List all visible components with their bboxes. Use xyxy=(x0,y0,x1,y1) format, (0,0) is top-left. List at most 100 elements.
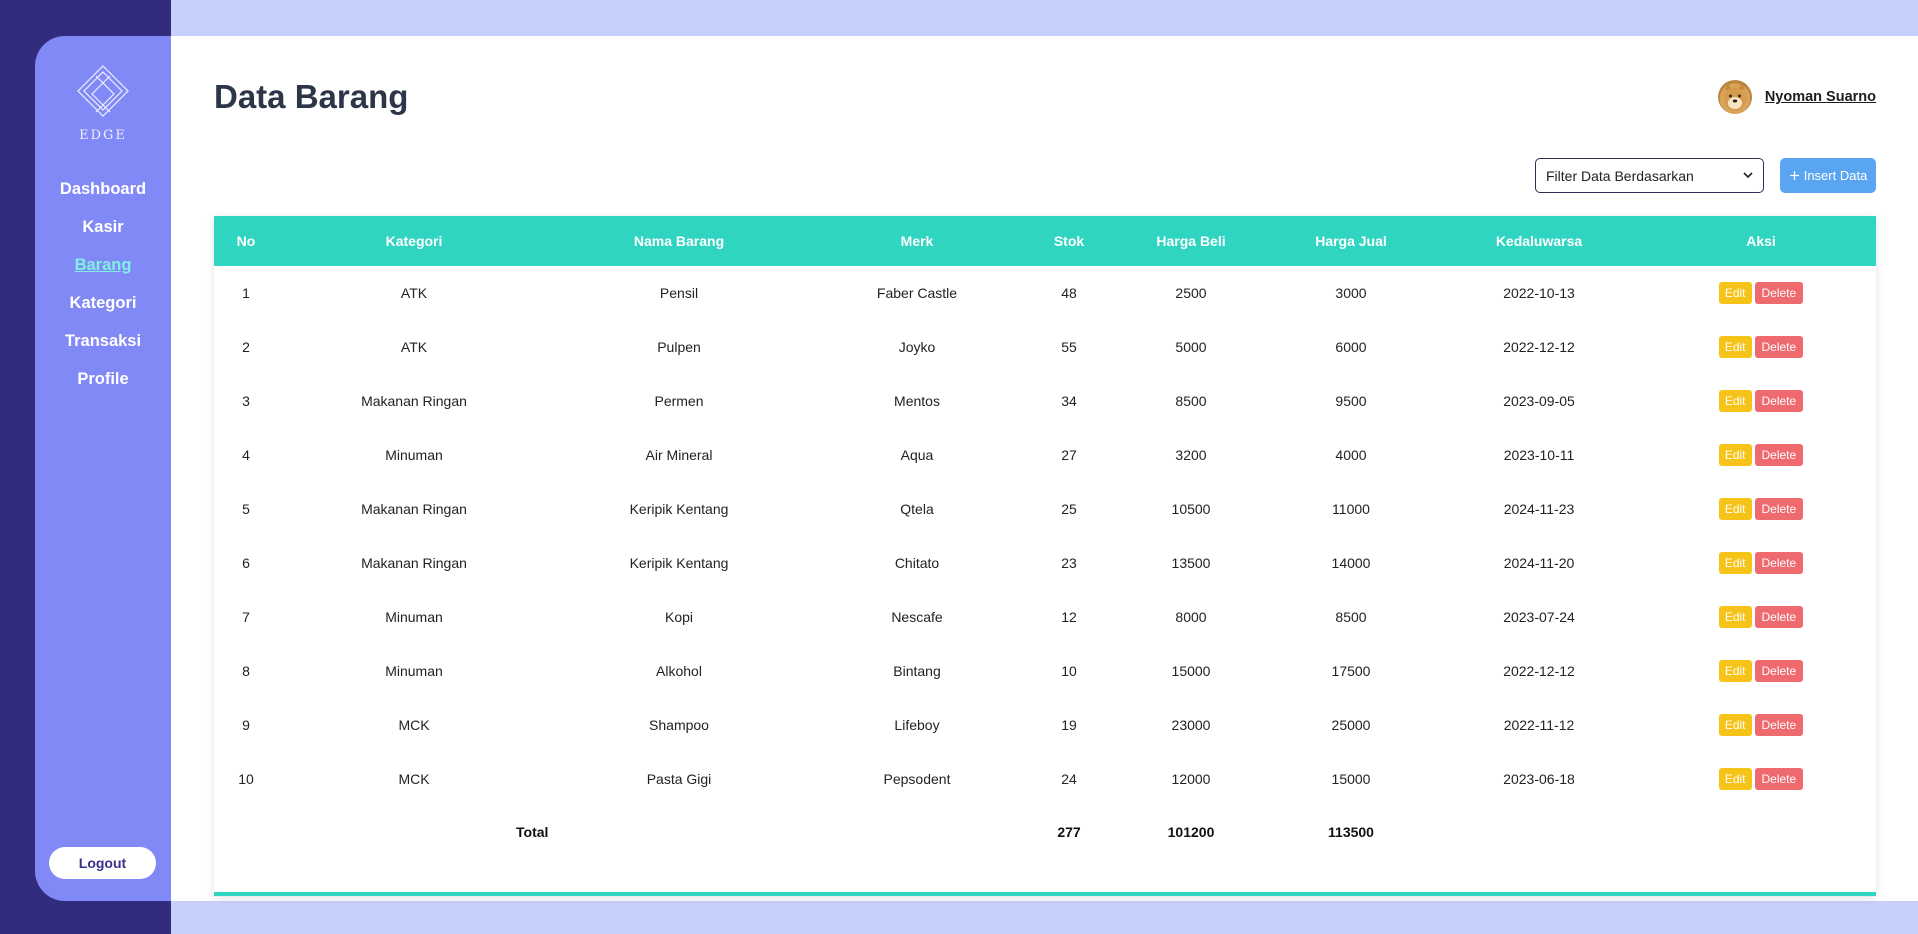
user-name-link[interactable]: Nyoman Suarno xyxy=(1765,89,1876,105)
cell-nama-barang: Shampoo xyxy=(649,717,709,733)
delete-button[interactable]: Delete xyxy=(1754,282,1804,304)
table-row: 6 Makanan Ringan Keripik Kentang Chitato 23 1… xyxy=(214,536,1876,590)
column-header-harga-beli: Harga Beli xyxy=(1156,233,1226,249)
cell-kategori: Minuman xyxy=(385,663,443,679)
cell-harga-jual: 3000 xyxy=(1335,285,1367,301)
cell-merk: Pepsodent xyxy=(883,771,951,787)
edit-button[interactable]: Edit xyxy=(1718,660,1752,682)
sidebar-item-profile[interactable]: Profile xyxy=(35,360,171,398)
cell-aksi: Edit Delete xyxy=(1646,320,1876,374)
delete-button[interactable]: Delete xyxy=(1754,444,1804,466)
cell-kedaluwarsa: 2024-11-20 xyxy=(1503,555,1575,571)
cell-merk: Nescafe xyxy=(891,609,943,625)
delete-button[interactable]: Delete xyxy=(1754,660,1804,682)
cell-stok: 25 xyxy=(1061,501,1077,517)
cell-harga-beli: 23000 xyxy=(1171,717,1211,733)
edit-button[interactable]: Edit xyxy=(1718,552,1752,574)
logo-text: EDGE xyxy=(79,128,127,143)
delete-button[interactable]: Delete xyxy=(1754,390,1804,412)
footer-cell xyxy=(1646,806,1876,858)
sidebar-item-transaksi[interactable]: Transaksi xyxy=(35,322,171,360)
sidebar-item-barang[interactable]: Barang xyxy=(35,246,171,284)
edit-button[interactable]: Edit xyxy=(1718,282,1752,304)
data-table: No Kategori Nama Barang Merk Stok Harga … xyxy=(214,216,1876,858)
column-header-kategori: Kategori xyxy=(385,233,443,249)
table-row: 3 Makanan Ringan Permen Mentos 34 8500 9500 202… xyxy=(214,374,1876,428)
table-row: 2 ATK Pulpen Joyko 55 5000 6000 2022-12-12 Edit D… xyxy=(214,320,1876,374)
cell-kedaluwarsa: 2023-10-11 xyxy=(1503,447,1575,463)
edit-button[interactable]: Edit xyxy=(1718,444,1752,466)
cell-nama-barang: Permen xyxy=(654,393,704,409)
cell-nama-barang: Alkohol xyxy=(656,663,702,679)
cell-aksi: Edit Delete xyxy=(1646,374,1876,428)
insert-data-button[interactable]: Insert Data xyxy=(1780,158,1876,193)
cell-merk: Aqua xyxy=(900,447,934,463)
cell-harga-beli: 3200 xyxy=(1175,447,1207,463)
delete-button[interactable]: Delete xyxy=(1754,336,1804,358)
cell-merk: Chitato xyxy=(894,555,940,571)
column-header-aksi: Aksi xyxy=(1746,233,1776,249)
delete-button[interactable]: Delete xyxy=(1754,552,1804,574)
cell-no: 7 xyxy=(242,609,250,625)
edit-button[interactable]: Edit xyxy=(1718,498,1752,520)
cell-nama-barang: Pasta Gigi xyxy=(646,771,712,787)
footer-cell xyxy=(808,806,1026,858)
cell-kategori: Minuman xyxy=(385,447,443,463)
table-row: 8 Minuman Alkohol Bintang 10 15000 17500 2022-1… xyxy=(214,644,1876,698)
cell-stok: 12 xyxy=(1061,609,1077,625)
logout-button[interactable]: Logout xyxy=(49,847,156,879)
cell-harga-beli: 8500 xyxy=(1175,393,1207,409)
delete-button[interactable]: Delete xyxy=(1754,606,1804,628)
cell-aksi: Edit Delete xyxy=(1646,590,1876,644)
filter-select[interactable]: Filter Data Berdasarkan xyxy=(1535,158,1764,193)
table-footer-row: Total 277 101200 113500 xyxy=(214,806,1876,858)
delete-button[interactable]: Delete xyxy=(1754,498,1804,520)
chevron-down-icon xyxy=(1743,172,1753,179)
user-profile[interactable]: Nyoman Suarno xyxy=(1717,80,1876,114)
column-header-no: No xyxy=(236,233,256,249)
cell-kedaluwarsa: 2022-10-13 xyxy=(1503,285,1575,301)
cell-no: 5 xyxy=(242,501,250,517)
table-row: 4 Minuman Air Mineral Aqua 27 3200 4000 2023-10… xyxy=(214,428,1876,482)
edit-button[interactable]: Edit xyxy=(1718,390,1752,412)
cell-no: 2 xyxy=(242,339,250,355)
edit-button[interactable]: Edit xyxy=(1718,336,1752,358)
sidebar-item-kategori[interactable]: Kategori xyxy=(35,284,171,322)
cell-kategori: MCK xyxy=(398,771,430,787)
plus-icon xyxy=(1789,171,1799,180)
cell-aksi: Edit Delete xyxy=(1646,752,1876,806)
sidebar-item-dashboard[interactable]: Dashboard xyxy=(35,170,171,208)
edit-button[interactable]: Edit xyxy=(1718,606,1752,628)
cell-stok: 24 xyxy=(1061,771,1077,787)
cell-nama-barang: Kopi xyxy=(664,609,694,625)
cell-stok: 23 xyxy=(1061,555,1077,571)
footer-cell xyxy=(278,806,550,858)
cell-merk: Joyko xyxy=(898,339,936,355)
cell-no: 9 xyxy=(242,717,250,733)
cell-merk: Faber Castle xyxy=(876,285,958,301)
cell-aksi: Edit Delete xyxy=(1646,482,1876,536)
cell-kedaluwarsa: 2022-11-12 xyxy=(1503,717,1575,733)
cell-aksi: Edit Delete xyxy=(1646,428,1876,482)
delete-button[interactable]: Delete xyxy=(1754,768,1804,790)
footer-cell xyxy=(214,806,278,858)
cell-kategori: MCK xyxy=(398,717,430,733)
cell-harga-beli: 13500 xyxy=(1171,555,1211,571)
cell-kategori: Minuman xyxy=(385,609,443,625)
edit-button[interactable]: Edit xyxy=(1718,768,1752,790)
cell-nama-barang: Air Mineral xyxy=(645,447,713,463)
cell-nama-barang: Keripik Kentang xyxy=(629,501,729,517)
sidebar-item-kasir[interactable]: Kasir xyxy=(35,208,171,246)
cell-stok: 19 xyxy=(1061,717,1077,733)
cell-harga-jual: 14000 xyxy=(1331,555,1371,571)
avatar[interactable] xyxy=(1717,80,1752,114)
page-title: Data Barang xyxy=(214,78,409,115)
cell-kedaluwarsa: 2023-07-24 xyxy=(1503,609,1575,625)
cell-stok: 27 xyxy=(1061,447,1077,463)
cell-harga-beli: 10500 xyxy=(1171,501,1211,517)
edit-button[interactable]: Edit xyxy=(1718,714,1752,736)
footer-cell xyxy=(1432,806,1646,858)
delete-button[interactable]: Delete xyxy=(1754,714,1804,736)
table-row: 9 MCK Shampoo Lifeboy 19 23000 25000 2022-11-12… xyxy=(214,698,1876,752)
cell-nama-barang: Pensil xyxy=(659,285,699,301)
